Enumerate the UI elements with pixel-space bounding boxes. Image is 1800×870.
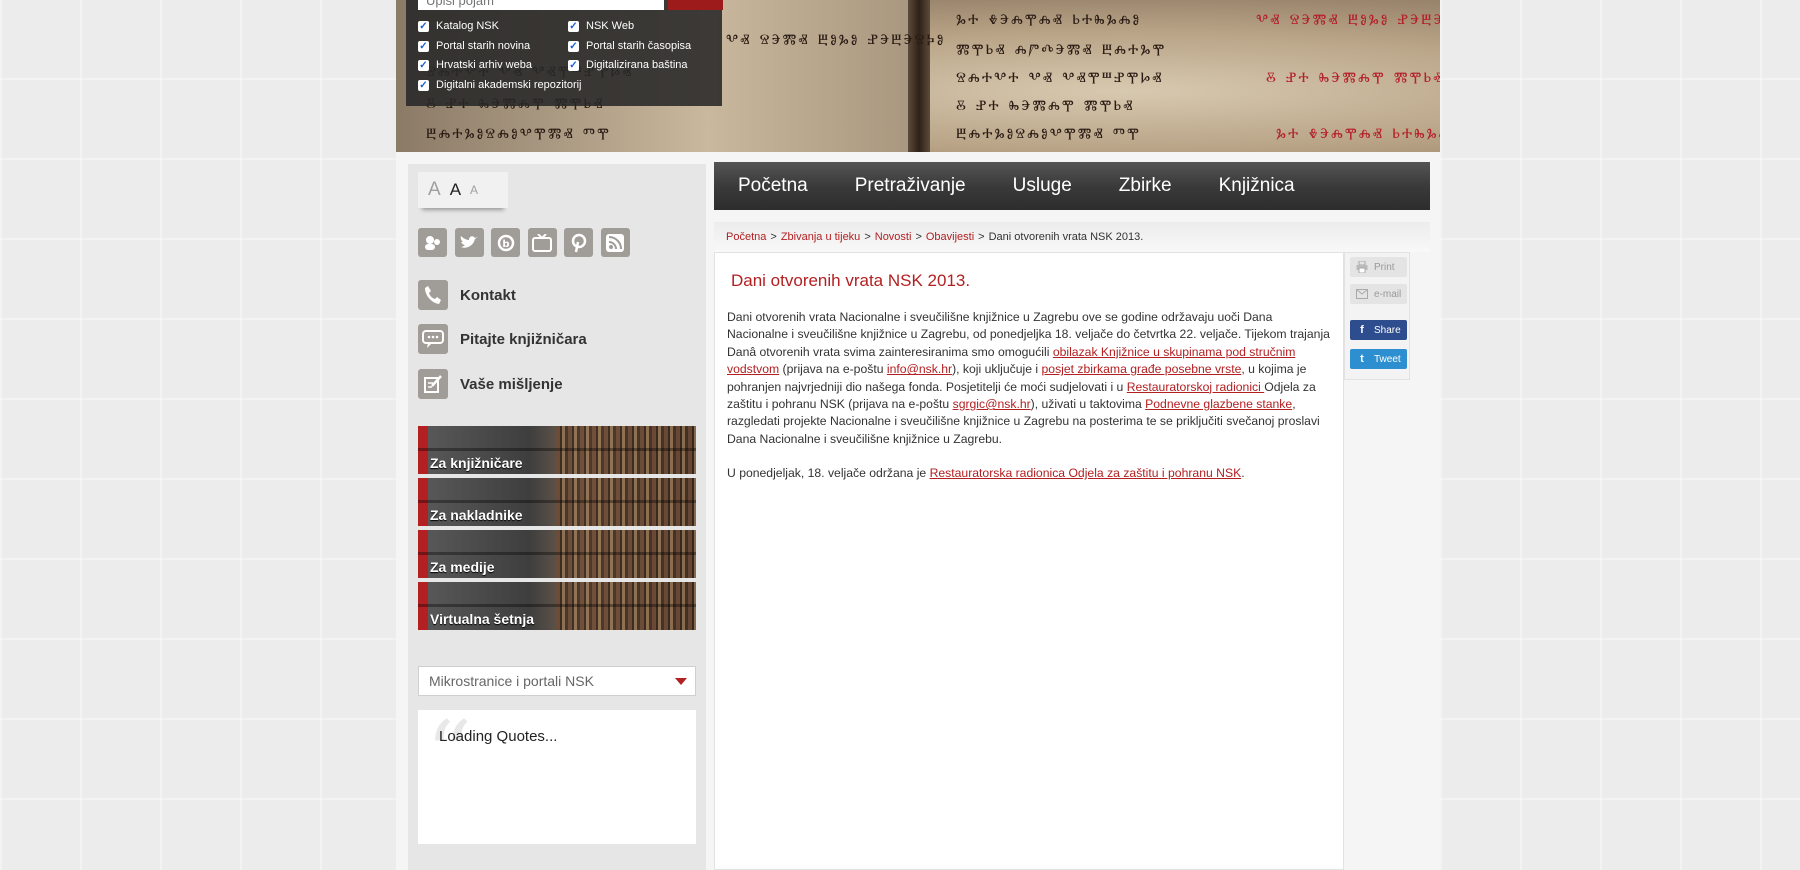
printer-icon <box>1356 261 1368 273</box>
tile-za-knjiznicare[interactable]: Za knjižničare <box>418 426 696 474</box>
source-checkbox-katalog[interactable]: ✓ Katalog NSK <box>418 20 499 32</box>
manuscript-text: ⰿⰹⱃⱏ ⰾⱓⰴⰵⰿⱏ ⰱⰾⰰⰳⰹ <box>956 40 1167 62</box>
article-tools: Print e-mail f Share t Tweet <box>1344 252 1410 380</box>
rss-icon[interactable] <box>600 228 630 257</box>
breadcrumb: Početna > Zbivanja u tijeku > Novosti > … <box>714 222 1430 252</box>
page-container: ⱄⰾⰰⰲⰰ ⰲⱏ ⰲⱏⰹⱎⱀⰹⱈⱏ ⰻ ⱀⰰ ⰸⰵⰿⰾⰹ ⰿⰹⱃⱏ ⰱⰾⰰⰳⱁⱄ… <box>396 0 1440 870</box>
font-default-button[interactable]: A <box>450 180 461 200</box>
nav-item-usluge[interactable]: Usluge <box>1013 175 1072 197</box>
blog-icon[interactable]: b <box>491 228 520 257</box>
checkbox-checked-icon[interactable]: ✓ <box>418 59 429 71</box>
source-checkbox-nsk-web[interactable]: ✓ NSK Web <box>568 20 634 32</box>
community-icon[interactable] <box>418 228 447 257</box>
email-sgrgic-link[interactable]: sgrgic@nsk.hr <box>953 397 1031 411</box>
tile-za-nakladnike[interactable]: Za nakladnike <box>418 478 696 526</box>
checkbox-checked-icon[interactable]: ✓ <box>568 59 579 71</box>
search-button[interactable] <box>668 0 723 10</box>
ask-librarian-link[interactable]: Pitajte knjižničara <box>418 324 587 354</box>
tile-virtualna-setnja[interactable]: Virtualna šetnja <box>418 582 696 630</box>
main-navigation: Početna Pretraživanje Usluge Zbirke Knji… <box>714 162 1430 210</box>
tv-icon[interactable] <box>527 228 557 257</box>
source-checkbox-digitalizirana-bastina[interactable]: ✓ Digitalizirana baština <box>568 59 688 71</box>
manuscript-text-red: ⰳⰰ ⰷⰵⰾⰹⰾⱏ ⱃⰰⰸⰳⰾⱁ <box>1276 124 1440 146</box>
manuscript-text-red: ⰲⱏ ⱄⰵⰿⱏ ⰱⱁⰳⱁ ⱀⰵⰱⰵⱄⰽⱁ <box>1256 10 1440 32</box>
manuscript-text: ⱄⰾⰰⰲⰰ ⰲⱏ ⰲⱏⰹⱎⱀⰹⱈⱏ <box>956 68 1164 90</box>
feedback-icon <box>418 369 448 399</box>
nav-item-zbirke[interactable]: Zbirke <box>1119 175 1172 197</box>
music-break-link[interactable]: Podnevne glazbene stanke <box>1145 397 1292 411</box>
breadcrumb-current: Dani otvorenih vrata NSK 2013. <box>988 231 1144 243</box>
checkbox-checked-icon[interactable]: ✓ <box>568 20 579 32</box>
source-checkbox-repozitorij[interactable]: ✓ Digitalni akademski repozitorij <box>418 79 582 91</box>
breadcrumb-link[interactable]: Novosti <box>875 231 912 243</box>
chat-icon <box>418 324 448 354</box>
nav-item-knjiznica[interactable]: Knjižnica <box>1219 175 1295 197</box>
article-title: Dani otvorenih vrata NSK 2013. <box>731 271 971 290</box>
email-info-link[interactable]: info@nsk.hr <box>887 362 952 376</box>
twitter-icon[interactable] <box>454 228 484 257</box>
nav-item-pocetna[interactable]: Početna <box>738 175 808 197</box>
search-panel: ✓ Katalog NSK ✓ NSK Web ✓ Portal starih … <box>406 0 723 106</box>
manuscript-text: ⰻ ⱀⰰ ⰸⰵⰿⰾⰹ ⰿⰹⱃⱏ <box>956 96 1135 118</box>
article-content: Dani otvorenih vrata NSK 2013. Dani otvo… <box>714 252 1344 870</box>
email-button[interactable]: e-mail <box>1350 284 1407 304</box>
envelope-icon <box>1356 288 1368 300</box>
pinterest-icon[interactable] <box>564 228 593 257</box>
special-collections-link[interactable]: posjet zbirkama građe posebne vrste <box>1042 362 1242 376</box>
restoration-workshop-report-link[interactable]: Restauratorska radionica Odjela za zašti… <box>930 466 1242 480</box>
header-banner: ⱄⰾⰰⰲⰰ ⰲⱏ ⰲⱏⰹⱎⱀⰹⱈⱏ ⰻ ⱀⰰ ⰸⰵⰿⰾⰹ ⰿⰹⱃⱏ ⰱⰾⰰⰳⱁⱄ… <box>396 0 1440 152</box>
breadcrumb-link[interactable]: Zbivanja u tijeku <box>781 231 861 243</box>
tile-za-medije[interactable]: Za medije <box>418 530 696 578</box>
article-paragraph: Dani otvorenih vrata Nacionalne i sveuči… <box>727 310 1330 446</box>
breadcrumb-link[interactable]: Početna <box>726 231 766 243</box>
manuscript-text: ⰱⰾⰰⰳⱁⱄⰾⱁⰲⰹⰿⱏ ⱅⰹ <box>956 124 1141 146</box>
quote-mark-icon: “ <box>426 702 473 807</box>
checkbox-checked-icon[interactable]: ✓ <box>418 20 429 32</box>
quotes-widget: “ Loading Quotes... <box>418 710 696 844</box>
manuscript-text: ⰲⱏ ⱄⰵⰿⱏ ⰱⱁⰳⱁ ⱀⰵⰱⰵⱄⰽⱁ <box>726 30 946 52</box>
print-button[interactable]: Print <box>1350 257 1407 277</box>
checkbox-checked-icon[interactable]: ✓ <box>418 79 429 91</box>
article-paragraph: U ponedjeljak, 18. veljače održana je Re… <box>727 466 1245 480</box>
source-checkbox-arhiv-weba[interactable]: ✓ Hrvatski arhiv weba <box>418 59 532 71</box>
facebook-share-button[interactable]: f Share <box>1350 320 1407 340</box>
social-links: b <box>418 228 637 257</box>
font-size-controls: A A A <box>418 172 508 208</box>
font-decrease-button[interactable]: A <box>470 183 478 197</box>
manuscript-text: ⰳⰰ ⰷⰵⰾⰹⰾⱏ ⱃⰰⰸⰳⰾⱁ <box>956 10 1142 32</box>
manuscript-text-red: ⰻ ⱀⰰ ⰸⰵⰿⰾⰹ ⰿⰹⱃⱏ <box>1266 68 1440 90</box>
phone-icon <box>418 280 448 310</box>
chevron-down-icon <box>675 678 687 685</box>
feedback-link[interactable]: Vaše mišljenje <box>418 369 563 399</box>
source-checkbox-stari-casopisi[interactable]: ✓ Portal starih časopisa <box>568 40 691 52</box>
svg-text:b: b <box>502 239 509 250</box>
twitter-icon: t <box>1360 353 1364 365</box>
checkbox-checked-icon[interactable]: ✓ <box>568 40 579 52</box>
checkbox-checked-icon[interactable]: ✓ <box>418 40 429 52</box>
breadcrumb-link[interactable]: Obavijesti <box>926 231 974 243</box>
manuscript-gutter <box>908 0 930 152</box>
nav-item-pretrazivanje[interactable]: Pretraživanje <box>855 175 966 197</box>
restoration-workshop-link[interactable]: Restauratorskoj radionici <box>1127 380 1265 394</box>
search-input[interactable] <box>418 0 664 10</box>
facebook-icon: f <box>1360 324 1364 336</box>
contact-link[interactable]: Kontakt <box>418 280 516 310</box>
microsite-select[interactable]: Mikrostranice i portali NSK <box>418 666 696 696</box>
tweet-button[interactable]: t Tweet <box>1350 349 1407 369</box>
font-increase-button[interactable]: A <box>428 179 441 201</box>
source-checkbox-stare-novine[interactable]: ✓ Portal starih novina <box>418 40 530 52</box>
left-sidebar: A A A b Kontakt Pitajte knjižničara Vaše… <box>408 164 706 870</box>
manuscript-text: ⰱⰾⰰⰳⱁⱄⰾⱁⰲⰹⰿⱏ ⱅⰹ <box>426 124 611 146</box>
